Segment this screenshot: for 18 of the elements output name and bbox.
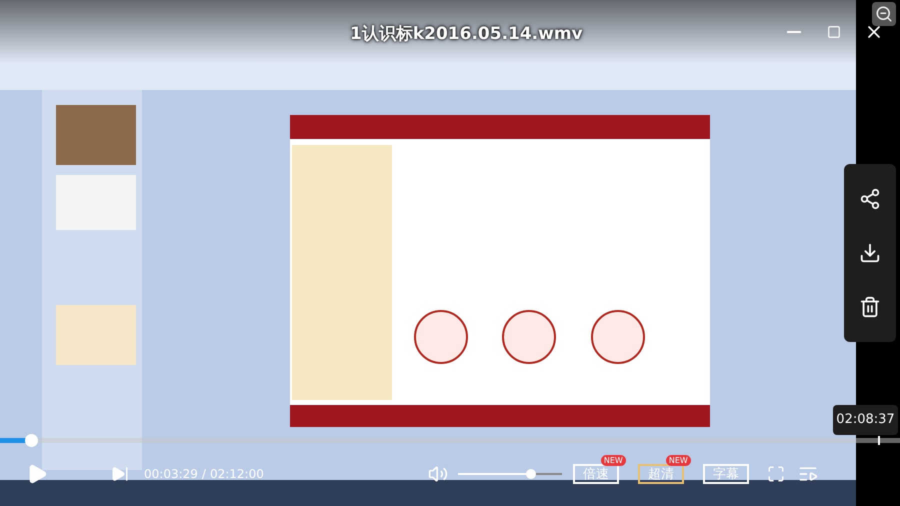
zoom-out-button[interactable] xyxy=(872,2,896,26)
fullscreen-icon xyxy=(766,465,785,483)
video-title: 1认识标k2016.05.14.wmv xyxy=(350,23,583,46)
duration: 02:12:00 xyxy=(210,466,264,483)
player-option-button[interactable]: 字幕 xyxy=(702,464,749,484)
zoom-out-icon xyxy=(875,5,893,23)
current-time: 00:03:29 xyxy=(144,466,198,483)
new-badge: NEW xyxy=(600,455,626,466)
volume-icon xyxy=(428,464,448,484)
download-icon xyxy=(859,242,881,264)
new-badge: NEW xyxy=(666,455,691,466)
maximize-icon xyxy=(827,25,841,39)
time-separator: / xyxy=(202,466,206,483)
share-icon xyxy=(859,188,881,210)
trash-icon xyxy=(859,296,881,318)
skip-forward-icon xyxy=(111,465,129,483)
hover-time-tooltip: 02:08:37 xyxy=(833,405,898,435)
minimize-icon xyxy=(787,31,801,33)
